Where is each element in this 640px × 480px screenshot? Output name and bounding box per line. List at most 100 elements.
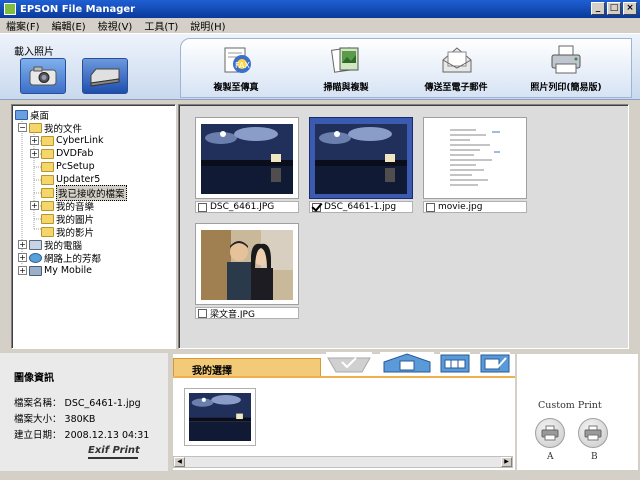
maximize-button[interactable]: □ [607, 2, 621, 15]
scanner-button[interactable] [82, 58, 128, 94]
thumbnail-frame [309, 117, 413, 199]
tree-label: PcSetup [56, 161, 95, 172]
thumbnail-image-night [201, 124, 293, 194]
expand-icon[interactable]: + [30, 149, 39, 158]
tree-node-network[interactable]: + 網路上的芳鄰 [18, 251, 102, 265]
thumbnail-checkbox[interactable] [198, 308, 207, 318]
mobile-icon [29, 265, 42, 276]
thumbnail-checkbox[interactable] [426, 202, 435, 212]
tree-label: 我的影片 [56, 227, 95, 239]
fax-icon: FAX [224, 47, 251, 73]
tree-node-my-videos[interactable]: 我的影片 [41, 225, 95, 239]
folder-tree[interactable]: 桌面 − 我的文件 + CyberLink + DVDFab PcSetup U… [11, 104, 176, 349]
collapse-icon[interactable]: − [18, 123, 27, 132]
tree-node-desktop[interactable]: 桌面 [15, 108, 49, 122]
single-photo-layout-icon [383, 353, 431, 373]
thumbnail-frame [195, 117, 299, 199]
tree-node-my-music[interactable]: + 我的音樂 [30, 199, 94, 213]
menu-tools[interactable]: 工具(T) [138, 18, 184, 33]
photo-print-button[interactable]: 照片列印(簡易版) [511, 39, 621, 97]
tree-node-received-files[interactable]: 我已接收的檔案 [41, 184, 127, 201]
folder-icon [41, 200, 54, 211]
menu-edit[interactable]: 編輯(E) [46, 18, 92, 33]
email-icon [442, 47, 472, 73]
tree-label: My Mobile [44, 265, 93, 276]
thumbnail-caption: DSC_6461-1.jpg [309, 201, 413, 213]
tree-label: Updater5 [56, 174, 101, 185]
menu-view[interactable]: 檢視(V) [92, 18, 139, 33]
folder-icon [41, 174, 54, 185]
scan-and-copy-button[interactable]: 掃瞄與複製 [291, 39, 401, 97]
tree-label: 網路上的芳鄰 [44, 253, 102, 265]
tree-label: 我的文件 [44, 123, 83, 135]
tree-label: CyberLink [56, 135, 104, 146]
scan-copy-icon [330, 47, 359, 73]
copy-to-fax-button[interactable]: FAX 複製至傳真 [181, 39, 291, 97]
thumbnail-checkbox[interactable] [312, 202, 321, 212]
scroll-right-arrow-icon[interactable]: ▶ [501, 457, 512, 467]
title-bar: EPSON File Manager _ □ × [0, 0, 640, 18]
desktop-icon [15, 109, 28, 120]
image-info-heading: 圖像資訊 [14, 373, 54, 384]
thumbnail-checkbox[interactable] [198, 202, 207, 212]
multi-layout-button[interactable] [440, 352, 470, 373]
camera-button[interactable] [20, 58, 66, 94]
tree-node-my-documents[interactable]: − 我的文件 [18, 121, 83, 135]
tree-node-cyberlink[interactable]: + CyberLink [30, 134, 104, 147]
exif-print-text: Exif Print [88, 445, 140, 456]
thumbnail-item[interactable]: DSC_6461.JPG [195, 117, 299, 213]
send-to-email-label: 傳送至電子郵件 [424, 83, 488, 93]
copy-to-fax-label: 複製至傳真 [213, 83, 259, 93]
expand-icon[interactable]: + [30, 201, 39, 210]
tree-node-dvdfab[interactable]: + DVDFab [30, 147, 93, 160]
created-date-value: 2008.12.13 04:31 [64, 430, 150, 441]
folder-icon [41, 148, 54, 159]
thumbnail-item[interactable]: 梁文音.JPG [195, 223, 299, 319]
thumbnail-filename: movie.jpg [438, 202, 483, 212]
thumbnail-frame [423, 117, 527, 199]
tree-node-pcsetup[interactable]: PcSetup [41, 160, 95, 173]
add-to-selection-button[interactable] [326, 352, 372, 373]
minimize-button[interactable]: _ [591, 2, 605, 15]
status-bar [0, 471, 640, 480]
svg-text:FAX: FAX [235, 61, 250, 70]
menu-file[interactable]: 檔案(F) [0, 18, 46, 33]
scroll-left-arrow-icon[interactable]: ◀ [174, 457, 185, 467]
thumbnail-image-night [315, 124, 407, 194]
file-name-label: 檔案名稱： [14, 398, 62, 409]
tree-node-my-mobile[interactable]: + My Mobile [18, 264, 92, 277]
image-info-panel: 圖像資訊 檔案名稱： DSC_6461-1.jpg 檔案大小： 380KB 建立… [0, 353, 168, 471]
selected-photo-thumbnail[interactable] [184, 388, 256, 446]
expand-icon[interactable]: + [18, 253, 27, 262]
expand-icon[interactable]: + [30, 136, 39, 145]
thumbnail-caption: movie.jpg [423, 201, 527, 213]
scanner-icon [90, 68, 120, 87]
tree-node-my-computer[interactable]: + 我的電腦 [18, 238, 82, 252]
custom-print-panel [517, 354, 638, 470]
custom-print-title: Custom Print [538, 400, 602, 411]
scan-and-copy-label: 掃瞄與複製 [323, 83, 369, 93]
expand-icon[interactable]: + [18, 240, 27, 249]
custom-print-b-button[interactable] [578, 418, 608, 448]
send-to-email-button[interactable]: 傳送至電子郵件 [401, 39, 511, 97]
custom-print-a-button[interactable] [535, 418, 565, 448]
edit-layout-button[interactable] [480, 352, 510, 373]
file-size-label: 檔案大小： [14, 414, 62, 425]
file-size-value: 380KB [64, 414, 96, 425]
photo-print-label: 照片列印(簡易版) [530, 83, 602, 93]
check-arrow-icon [327, 357, 371, 373]
thumbnail-pane[interactable]: DSC_6461.JPG DSC_6461-1.jpg movie.jpg 梁文… [178, 104, 629, 349]
thumbnail-filename: 梁文音.JPG [210, 309, 255, 319]
tree-node-my-pictures[interactable]: 我的圖片 [41, 212, 94, 226]
load-photos-label: 載入照片 [14, 47, 54, 58]
my-selection-tab[interactable]: 我的選擇 [173, 358, 321, 377]
file-size-row: 檔案大小： 380KB [14, 411, 95, 425]
close-button[interactable]: × [623, 2, 637, 15]
expand-icon[interactable]: + [18, 266, 27, 275]
selection-scrollbar[interactable]: ◀ ▶ [173, 456, 513, 468]
selected-photo-image [189, 393, 251, 441]
thumbnail-item[interactable]: DSC_6461-1.jpg [309, 117, 413, 213]
single-layout-button[interactable] [380, 352, 434, 373]
menu-help[interactable]: 說明(H) [184, 18, 231, 33]
thumbnail-item[interactable]: movie.jpg [423, 117, 527, 213]
